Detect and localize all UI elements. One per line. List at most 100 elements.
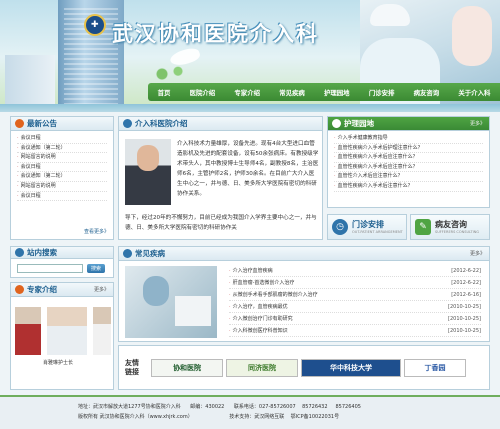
list-item[interactable]: 血管性疾病介入手术后应注意什么？: [334, 153, 483, 163]
footer-zip: 邮编：430022: [190, 404, 225, 410]
hospital-logo: ✚: [84, 14, 106, 36]
intro-title-bar: 介入科医院介绍: [119, 117, 322, 131]
list-item[interactable]: 会议日程: [17, 134, 107, 144]
surgery-photo: [125, 266, 217, 338]
footer-address: 地址：武汉市解放大道1277号协和医院介入科: [78, 404, 181, 410]
experts-icon: [15, 285, 24, 294]
nursing-title-bar: 护理园地 更多》: [328, 117, 489, 131]
experts-more-link[interactable]: 更多》: [94, 286, 109, 293]
search-title: 站内搜索: [27, 248, 57, 257]
diseases-list: 介入治疗血管疾病[2012-6-22] 肝血管瘤-首选微创介入治疗[2012-6…: [223, 262, 487, 340]
hospital-building-image: [5, 55, 55, 104]
intro-icon: [123, 119, 132, 128]
list-item[interactable]: 网站留言的说明: [17, 153, 107, 163]
link-label: 华中科技大学: [330, 363, 372, 372]
consult-label: 病友咨询: [435, 220, 467, 229]
experts-title-bar: 专家介绍 更多》: [11, 283, 113, 297]
nav-item-hospital[interactable]: 医院介绍: [190, 88, 216, 97]
links-title: 友情链接: [125, 358, 139, 376]
link-dxy[interactable]: 丁香园: [404, 358, 466, 377]
search-input[interactable]: [17, 264, 83, 273]
diseases-panel: 常见疾病 更多》 介入治疗血管疾病[2012-6-22] 肝血管瘤-首选微创介入治…: [118, 246, 490, 342]
experts-title: 专家介绍: [27, 285, 57, 294]
list-item[interactable]: 会议日程: [17, 163, 107, 173]
expert-name[interactable]: 肖雅琳护士长: [43, 359, 73, 366]
search-button[interactable]: 搜索: [87, 264, 106, 273]
notice-list: 会议日程 会议通知（第二轮） 网站留言的说明 会议日程 会议通知（第二轮） 网站…: [11, 131, 113, 204]
nursing-title: 护理园地: [344, 119, 374, 128]
link-label: 丁香园: [424, 363, 446, 372]
list-item[interactable]: 血管性疾病介入手术后应注意什么？: [334, 163, 483, 173]
page: ✚ 武汉协和医院介入科 首页 医院介绍 专家介绍 常见疾病 护理园地 门诊安排 …: [0, 0, 500, 429]
intro-title: 介入科医院介绍: [135, 119, 188, 128]
footer-phone-3: 85726405: [335, 404, 361, 410]
list-item[interactable]: 从微创手术看手部肌瘤的微创介入治疗[2012-6-16]: [229, 289, 481, 301]
diseases-title-bar: 常见疾病 更多》: [119, 247, 489, 261]
intro-panel: 介入科医院介绍 介入科技术力量雄厚，设备先进。现有4台大型进口血管造影机及先进的…: [118, 116, 323, 240]
nav-item-consult[interactable]: 病友咨询: [414, 88, 440, 97]
nav-item-experts[interactable]: 专家介绍: [234, 88, 260, 97]
notice-panel: 最新公告 会议日程 会议通知（第二轮） 网站留言的说明 会议日程 会议通知（第二…: [10, 116, 114, 240]
list-item[interactable]: 会议通知（第二轮）: [17, 144, 107, 154]
diseases-title: 常见疾病: [135, 249, 165, 258]
list-item[interactable]: 血管性疾病介入手术后护理注意什么？: [334, 144, 483, 154]
link-label: 同济医院: [248, 363, 276, 372]
search-panel: 站内搜索 搜索: [10, 246, 114, 278]
footer-icp[interactable]: 鄂ICP备10022031号: [291, 414, 339, 420]
footer-phone: 联系电话：027-85726007: [233, 404, 296, 410]
nav-item-about[interactable]: 关于介入科: [458, 88, 490, 97]
nav-item-clinic[interactable]: 门诊安排: [369, 88, 395, 97]
diseases-icon: [123, 249, 132, 258]
link-hust[interactable]: 华中科技大学: [301, 358, 401, 377]
link-label: 协和医院: [173, 363, 201, 372]
search-title-bar: 站内搜索: [11, 247, 113, 259]
expert-photo[interactable]: [15, 307, 41, 355]
list-item[interactable]: 网站留言的说明: [17, 182, 107, 192]
diseases-more-link[interactable]: 更多》: [470, 250, 485, 257]
clinic-sublabel: OUT-PATIENT ARRANGEMENT: [352, 230, 403, 234]
consult-sublabel: SUFFERERS CONSULTING: [435, 230, 479, 234]
expert-photo[interactable]: [93, 307, 111, 355]
search-icon: [15, 248, 24, 257]
list-item[interactable]: 会议日程: [17, 192, 107, 202]
nursing-icon: [332, 119, 341, 128]
header-banner: ✚ 武汉协和医院介入科 首页 医院介绍 专家介绍 常见疾病 护理园地 门诊安排 …: [0, 0, 500, 104]
header-divider: [0, 104, 500, 112]
nav-item-nursing[interactable]: 护理园地: [324, 88, 350, 97]
clinic-label: 门诊安排: [352, 220, 384, 229]
list-item[interactable]: 介入治疗血管疾病[2012-6-22]: [229, 265, 481, 277]
experts-panel: 专家介绍 更多》 肖雅琳护士长: [10, 282, 114, 390]
list-item[interactable]: 血管性介入术后应注意什么？: [334, 172, 483, 182]
site-title: 武汉协和医院介入科: [112, 21, 319, 46]
list-item[interactable]: 介入手术健康教育指导: [334, 134, 483, 144]
nursing-list: 介入手术健康教育指导 血管性疾病介入手术后护理注意什么？ 血管性疾病介入手术后应…: [328, 131, 489, 195]
nav-item-diseases[interactable]: 常见疾病: [279, 88, 305, 97]
link-tongji[interactable]: 同济医院: [226, 358, 298, 377]
intro-text-continued: 导下，经过20年的不懈努力，目前已经成为我国介入学界主要中心之一，并与德、日、美…: [125, 215, 317, 231]
list-item[interactable]: 介入治疗，血管疾病最优[2010-10-25]: [229, 301, 481, 313]
notice-more-link[interactable]: 查看更多》: [84, 228, 109, 235]
list-item[interactable]: 介入科微创医疗科普知识[2010-10-25]: [229, 325, 481, 337]
notice-icon: [15, 119, 24, 128]
clinic-schedule-button[interactable]: ◷ 门诊安排 OUT-PATIENT ARRANGEMENT: [327, 214, 407, 240]
list-item[interactable]: 血管性疾病介入手术后注意什么？: [334, 182, 483, 192]
footer-tech: 技术支持：武汉网络互联: [229, 414, 285, 420]
intro-text: 介入科技术力量雄厚，设备先进。现有4台大型进口血管造影机及先进的配套设备，设有5…: [177, 141, 319, 197]
nursing-panel: 护理园地 更多》 介入手术健康教育指导 血管性疾病介入手术后护理注意什么？ 血管性…: [327, 116, 490, 208]
list-item[interactable]: 肝血管瘤-首选微创介入治疗[2012-6-22]: [229, 277, 481, 289]
consult-button[interactable]: ✎ 病友咨询 SUFFERERS CONSULTING: [410, 214, 490, 240]
expert-photo[interactable]: [47, 307, 87, 355]
links-panel: 友情链接 协和医院 同济医院 华中科技大学 丁香园: [118, 345, 490, 390]
notice-title-bar: 最新公告: [11, 117, 113, 131]
link-xiehe[interactable]: 协和医院: [151, 358, 223, 377]
nursing-more-link[interactable]: 更多》: [470, 120, 485, 127]
nav-item-home[interactable]: 首页: [158, 88, 171, 97]
clock-icon: ◷: [332, 219, 348, 235]
list-item[interactable]: 介入微创治疗门诊有助研究[2010-10-25]: [229, 313, 481, 325]
footer-copyright: 版权所有 武汉协和医院介入科（www.xhjrk.com）: [78, 414, 193, 420]
notice-title: 最新公告: [27, 119, 57, 128]
list-item[interactable]: 会议通知（第二轮）: [17, 172, 107, 182]
chat-icon: ✎: [415, 219, 431, 235]
director-photo: [125, 139, 171, 205]
footer: 地址：武汉市解放大道1277号协和医院介入科 邮编：430022 联系电话：02…: [0, 395, 500, 429]
